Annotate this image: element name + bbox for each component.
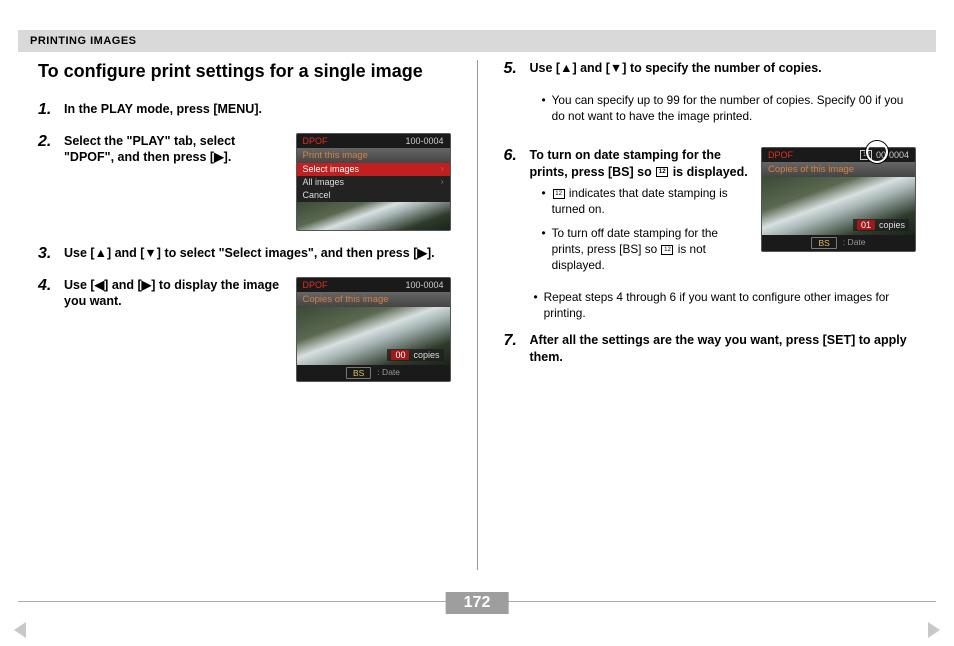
step-number: 5. [504,60,522,78]
step-5: 5. Use [▲] and [▼] to specify the number… [504,60,917,133]
bullet-item: To turn off date stamping for the prints… [542,226,752,274]
cam-preview [297,202,450,230]
step-number: 7. [504,332,522,350]
step-2: 2. Select the "PLAY" tab, select "DPOF",… [38,133,451,231]
step-7: 7. After all the settings are the way yo… [504,332,917,366]
next-page-button[interactable] [928,622,940,638]
step-number: 4. [38,277,56,295]
step-text: Use [▲] and [▼] to select "Select images… [64,245,451,262]
section-header-text: PRINTING IMAGES [30,35,137,47]
highlight-circle [866,141,888,163]
step-text: To turn on date stamping for the prints,… [530,147,752,181]
prev-page-button[interactable] [14,622,26,638]
step-number: 6. [504,147,522,165]
step-3: 3. Use [▲] and [▼] to select "Select ima… [38,245,451,263]
bullet-list: You can specify up to 99 for the number … [530,93,917,133]
bullet-item: Repeat steps 4 through 6 if you want to … [534,290,917,322]
cam-copies-box: 00 copies [387,349,443,361]
copies-label: copies [413,350,439,360]
cam-dpof-label: DPOF [768,150,793,161]
cam-dpof-label: DPOF [303,280,328,290]
cam-menu-title: Copies of this image [297,292,450,307]
date-stamp-icon [661,245,673,255]
date-label: : Date [843,237,866,249]
left-column: To configure print settings for a single… [28,60,478,570]
bullet-list: indicates that date stamping is turned o… [530,186,752,274]
date-stamp-icon [656,167,668,177]
cam-file-number: 100-0004 [405,280,443,290]
cam-menu-title: Copies of this image [762,162,915,177]
camera-screenshot-copies: DPOF 100-0004 Copies of this image 00 co… [296,277,451,382]
cam-preview: 01 copies [762,177,915,235]
step-text: After all the settings are the way you w… [530,332,917,366]
camera-screenshot-menu: DPOF 100-0004 Print this image Select im… [296,133,451,231]
cam-preview: 00 copies [297,307,450,365]
step-4: 4. Use [◀] and [▶] to display the image … [38,277,451,382]
step-text: Use [▲] and [▼] to specify the number of… [530,60,822,77]
cam-footer: BS : Date [762,235,915,251]
step-number: 2. [38,133,56,151]
cam-dpof-label: DPOF [303,136,328,146]
chevron-right-icon: › [441,177,444,187]
cam-menu-title: Print this image [297,148,450,163]
date-label: : Date [377,367,400,379]
camera-screenshot-date: DPOF 00-0004 Copies of this image 01 cop… [761,147,916,253]
page-number: 172 [446,592,509,614]
section-header: PRINTING IMAGES [18,30,936,52]
bullet-list: Repeat steps 4 through 6 if you want to … [504,290,917,322]
cam-menu-item: Cancel [297,189,450,202]
bullet-item: indicates that date stamping is turned o… [542,186,752,218]
cam-file-number: 100-0004 [405,136,443,146]
copies-label: copies [879,220,905,230]
step-number: 1. [38,101,56,119]
bullet-item: You can specify up to 99 for the number … [542,93,917,125]
step-6: 6. To turn on date stamping for the prin… [504,147,917,282]
page-title: To configure print settings for a single… [38,60,451,83]
bs-button-label: BS [346,367,371,379]
step-text: In the PLAY mode, press [MENU]. [64,101,451,118]
step-number: 3. [38,245,56,263]
step-text: Select the "PLAY" tab, select "DPOF", an… [64,133,286,167]
chevron-right-icon: › [441,164,444,174]
bs-button-label: BS [811,237,836,249]
cam-menu-item-selected: Select images› [297,163,450,176]
page-content: To configure print settings for a single… [28,60,926,570]
copies-value: 01 [857,220,875,230]
right-column: 5. Use [▲] and [▼] to specify the number… [478,60,927,570]
cam-copies-box: 01 copies [853,219,909,231]
date-stamp-icon [553,189,565,199]
step-text: Use [◀] and [▶] to display the image you… [64,277,286,311]
copies-value: 00 [391,350,409,360]
cam-menu-item: All images› [297,176,450,189]
camera-screenshot-wrapper: DPOF 00-0004 Copies of this image 01 cop… [761,147,916,253]
step-1: 1. In the PLAY mode, press [MENU]. [38,101,451,119]
cam-footer: BS : Date [297,365,450,381]
